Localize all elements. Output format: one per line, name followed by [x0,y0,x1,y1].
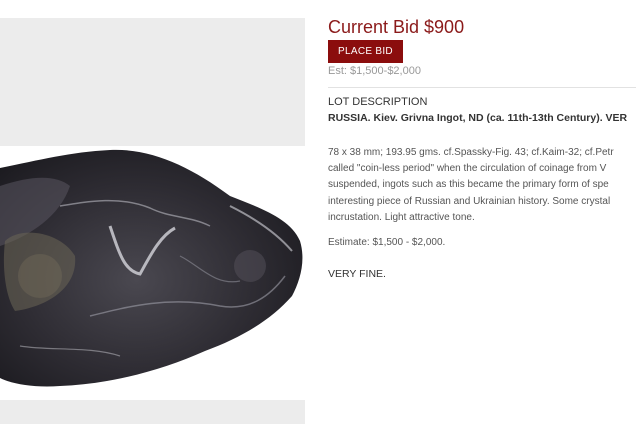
lot-detail-panel: Current Bid $900 PLACE BID Est: $1,500-$… [328,0,636,424]
lot-grade: VERY FINE. [328,268,386,280]
lot-image-panel[interactable] [0,18,305,424]
description-line: 78 x 38 mm; 193.95 gms. cf.Spassky-Fig. … [328,147,614,158]
ingot-photo[interactable] [0,146,305,400]
lot-estimate: Estimate: $1,500 - $2,000. [328,237,446,248]
place-bid-button[interactable]: PLACE BID [328,40,403,63]
lot-description: 78 x 38 mm; 193.95 gms. cf.Spassky-Fig. … [328,145,614,226]
divider [328,87,636,88]
description-line: called "coin-less period" when the circu… [328,163,607,175]
description-line: suspended, ingots such as this became th… [328,179,609,191]
lot-title: RUSSIA. Kiev. Grivna Ingot, ND (ca. 11th… [328,112,628,124]
lot-description-heading: LOT DESCRIPTION [328,96,428,108]
description-line: interesting piece of Russian and Ukraini… [328,195,611,207]
description-line: incrustation. Light attractive tone. [328,211,475,223]
current-bid-title: Current Bid $900 [328,17,465,37]
bid-estimate: Est: $1,500-$2,000 [328,65,421,77]
